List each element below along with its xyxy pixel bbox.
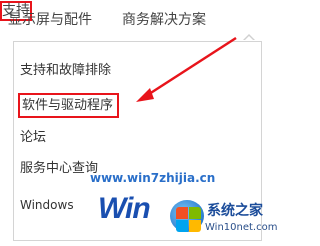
dropdown-caret-inner — [244, 36, 254, 41]
watermark-brand-site: Win10net.com — [205, 222, 278, 233]
watermark-brand-name: 系统之家 — [207, 203, 263, 219]
nav-displays-accessories[interactable]: 显示屏与配件 — [8, 10, 92, 30]
windows-logo-quadrant — [189, 220, 201, 232]
menu-item-forum[interactable]: 论坛 — [20, 128, 46, 148]
watermark-logo-word: Win — [98, 192, 151, 225]
menu-item-software-drivers-highlighted[interactable]: 软件与驱动程序 — [18, 93, 120, 118]
windows-logo-quadrant — [189, 207, 201, 219]
watermark-url: www.win7zhijia.cn — [90, 171, 216, 185]
windows-logo-quadrant — [176, 207, 188, 219]
windows-logo-quadrant — [176, 220, 188, 232]
top-navigation-bar: 显示屏与配件 商务解决方案 支持 — [0, 0, 269, 44]
nav-business-solutions[interactable]: 商务解决方案 — [122, 10, 206, 30]
menu-item-support-troubleshooting[interactable]: 支持和故障排除 — [20, 61, 111, 81]
